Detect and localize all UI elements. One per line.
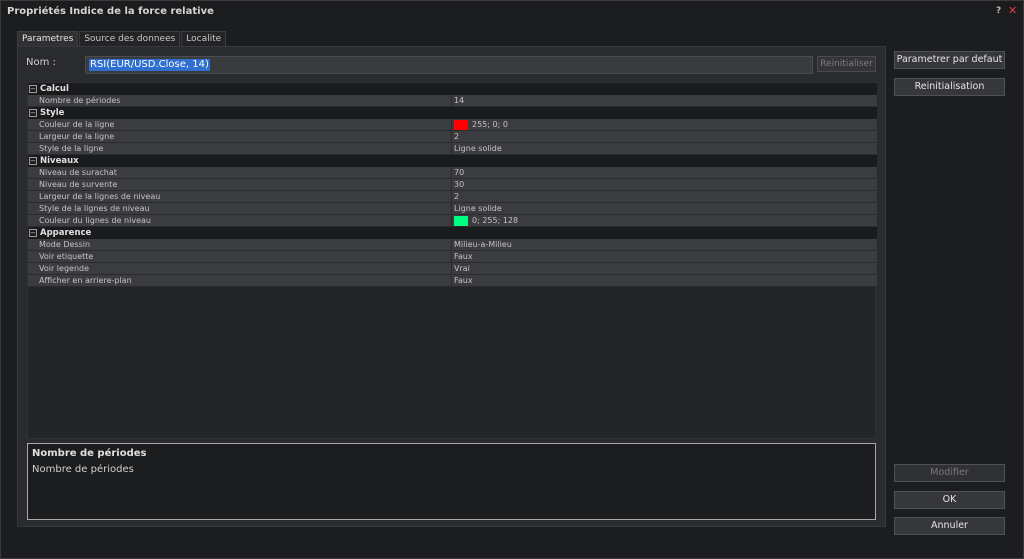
property-row-show-legend[interactable]: Voir legende Vrai (28, 263, 877, 275)
column-divider (451, 275, 452, 287)
property-row-level-width[interactable]: Largeur de la lignes de niveau 2 (28, 191, 877, 203)
property-label: Niveau de survente (39, 180, 118, 189)
column-divider (451, 167, 452, 179)
description-text: Nombre de périodes (32, 464, 134, 475)
property-label: Nombre de périodes (39, 96, 121, 105)
property-label: Style de la ligne (39, 144, 104, 153)
category-apparence[interactable]: − Apparence (28, 227, 877, 239)
reinitialisation-button[interactable]: Reinitialisation (894, 78, 1005, 96)
color-swatch[interactable] (454, 216, 468, 226)
property-grid: − Calcul Nombre de périodes 14 − Style C… (27, 82, 877, 439)
name-label: Nom : (26, 57, 56, 68)
modifier-button[interactable]: Modifier (894, 464, 1005, 482)
category-label: Style (40, 108, 65, 118)
property-label: Couleur du lignes de niveau (39, 216, 151, 225)
collapse-icon[interactable]: − (29, 85, 37, 93)
category-calcul[interactable]: − Calcul (28, 83, 877, 95)
category-label: Calcul (40, 84, 69, 94)
title-bar: Propriétés Indice de la force relative ?… (1, 1, 1023, 25)
property-value[interactable]: 2 (454, 131, 459, 143)
category-style[interactable]: − Style (28, 107, 877, 119)
column-divider (451, 263, 452, 275)
description-panel: Nombre de périodes Nombre de périodes (27, 443, 876, 520)
name-input-value: RSI(EUR/USD.Close, 14) (89, 59, 210, 71)
property-value[interactable]: 30 (454, 179, 464, 191)
description-title: Nombre de périodes (32, 448, 147, 459)
property-row-periods[interactable]: Nombre de périodes 14 (28, 95, 877, 107)
column-divider (451, 131, 452, 143)
column-divider (451, 203, 452, 215)
annuler-button[interactable]: Annuler (894, 517, 1005, 535)
property-value[interactable]: Faux (454, 275, 473, 287)
property-row-overbought[interactable]: Niveau de surachat 70 (28, 167, 877, 179)
property-label: Niveau de surachat (39, 168, 117, 177)
property-row-line-width[interactable]: Largeur de la ligne 2 (28, 131, 877, 143)
property-value[interactable]: Vrai (454, 263, 470, 275)
property-label: Afficher en arriere-plan (39, 276, 132, 285)
reinitialiser-button[interactable]: Reinitialiser (817, 56, 876, 72)
category-niveaux[interactable]: − Niveaux (28, 155, 877, 167)
property-row-background[interactable]: Afficher en arriere-plan Faux (28, 275, 877, 287)
tab-source-des-donnees[interactable]: Source des donnees (79, 31, 181, 46)
close-icon[interactable]: ✕ (1008, 4, 1017, 17)
category-label: Apparence (40, 228, 92, 238)
property-value[interactable]: 14 (454, 95, 464, 107)
property-row-level-color[interactable]: Couleur du lignes de niveau 0; 255; 128 (28, 215, 877, 227)
collapse-icon[interactable]: − (29, 157, 37, 165)
help-icon[interactable]: ? (996, 6, 1001, 16)
tab-parametres[interactable]: Parametres (17, 31, 79, 46)
property-value[interactable]: 0; 255; 128 (472, 215, 518, 227)
dialog-title: Propriétés Indice de la force relative (7, 6, 214, 17)
property-label: Largeur de la lignes de niveau (39, 192, 161, 201)
collapse-icon[interactable]: − (29, 229, 37, 237)
property-value[interactable]: 255; 0; 0 (472, 119, 508, 131)
property-value[interactable]: Faux (454, 251, 473, 263)
collapse-icon[interactable]: − (29, 109, 37, 117)
name-input[interactable]: RSI(EUR/USD.Close, 14) (85, 56, 813, 74)
property-value[interactable]: 70 (454, 167, 464, 179)
property-row-draw-mode[interactable]: Mode Dessin Milieu-a-Milieu (28, 239, 877, 251)
property-label: Mode Dessin (39, 240, 91, 249)
column-divider (451, 251, 452, 263)
property-label: Couleur de la ligne (39, 120, 115, 129)
property-value[interactable]: Milieu-a-Milieu (454, 239, 512, 251)
color-swatch[interactable] (454, 120, 468, 130)
property-row-oversold[interactable]: Niveau de survente 30 (28, 179, 877, 191)
property-value[interactable]: Ligne solide (454, 203, 502, 215)
column-divider (451, 215, 452, 227)
ok-button[interactable]: OK (894, 491, 1005, 509)
properties-dialog: Propriétés Indice de la force relative ?… (0, 0, 1024, 559)
property-row-line-color[interactable]: Couleur de la ligne 255; 0; 0 (28, 119, 877, 131)
property-value[interactable]: 2 (454, 191, 459, 203)
property-label: Voir etiquette (39, 252, 94, 261)
property-label: Style de la lignes de niveau (39, 204, 150, 213)
tab-bar: Parametres Source des donnees Localite (17, 31, 227, 46)
property-label: Largeur de la ligne (39, 132, 115, 141)
set-default-button[interactable]: Parametrer par defaut (894, 51, 1005, 69)
property-row-level-style[interactable]: Style de la lignes de niveau Ligne solid… (28, 203, 877, 215)
column-divider (451, 95, 452, 107)
column-divider (451, 239, 452, 251)
property-label: Voir legende (39, 264, 90, 273)
category-label: Niveaux (40, 156, 79, 166)
tab-localite[interactable]: Localite (181, 31, 227, 46)
property-value[interactable]: Ligne solide (454, 143, 502, 155)
column-divider (451, 119, 452, 131)
column-divider (451, 179, 452, 191)
property-row-line-style[interactable]: Style de la ligne Ligne solide (28, 143, 877, 155)
column-divider (451, 191, 452, 203)
column-divider (451, 143, 452, 155)
property-row-show-label[interactable]: Voir etiquette Faux (28, 251, 877, 263)
